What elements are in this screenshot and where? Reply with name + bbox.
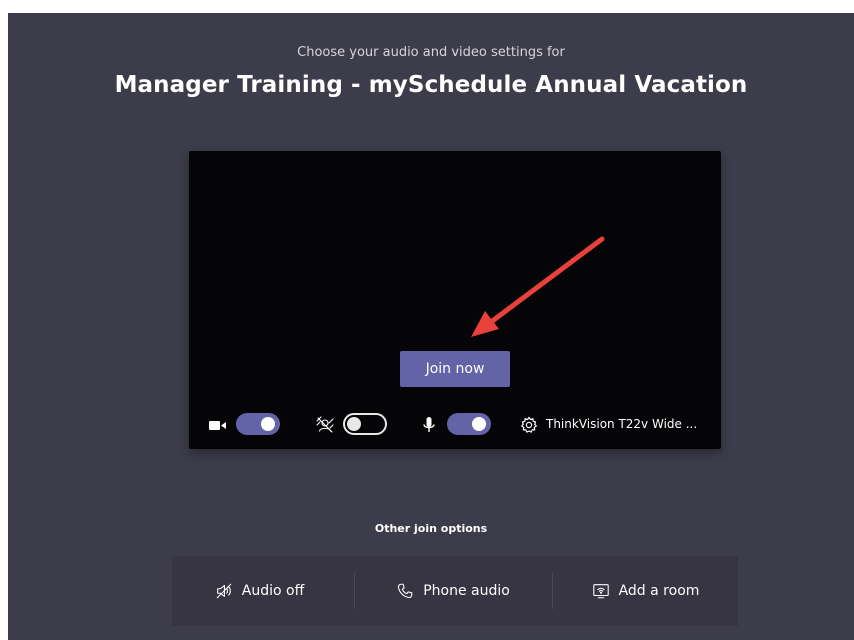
add-a-room-option[interactable]: Add a room: [553, 556, 738, 626]
microphone-toggle[interactable]: [447, 413, 491, 435]
background-blur-icon: [316, 416, 334, 433]
toggle-knob: [261, 417, 275, 431]
gear-icon[interactable]: [519, 415, 539, 435]
camera-toggle[interactable]: [236, 413, 280, 435]
phone-icon: [398, 583, 413, 599]
audio-off-option[interactable]: Audio off: [172, 556, 347, 626]
speaker-muted-icon: [216, 583, 232, 599]
phone-audio-label: Phone audio: [423, 583, 510, 599]
audio-off-label: Audio off: [241, 583, 305, 599]
device-controls: ThinkVision T22v Wide ...: [189, 409, 721, 441]
microphone-icon: [423, 417, 435, 432]
meeting-title: Manager Training - mySchedule Annual Vac…: [114, 72, 748, 98]
other-join-options-heading: Other join options: [374, 522, 488, 535]
toggle-knob: [472, 417, 486, 431]
add-a-room-label: Add a room: [618, 583, 700, 599]
toggle-knob: [347, 417, 361, 431]
video-preview: Join now ThinkVision T22v Wide ...: [189, 151, 721, 449]
annotation-arrow: [471, 236, 605, 337]
device-settings-label[interactable]: ThinkVision T22v Wide ...: [546, 417, 697, 431]
camera-icon: [209, 421, 226, 430]
phone-audio-option[interactable]: Phone audio: [355, 556, 551, 626]
other-join-options-bar: Audio off Phone audio Add a room: [172, 556, 738, 626]
settings-subtitle: Choose your audio and video settings for: [297, 45, 565, 60]
prejoin-screen: Choose your audio and video settings for…: [8, 13, 854, 640]
background-blur-toggle[interactable]: [343, 413, 387, 435]
join-now-button[interactable]: Join now: [400, 351, 510, 387]
cast-screen-icon: [592, 584, 609, 599]
